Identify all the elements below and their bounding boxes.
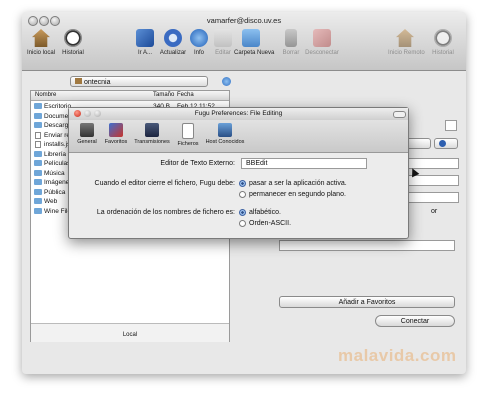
editor-close-label: Cuando el editor cierre el fichero, Fugu… xyxy=(94,180,235,187)
tab-label: Ficheros xyxy=(177,141,199,147)
file-icon xyxy=(182,123,194,139)
globe-icon xyxy=(439,140,446,147)
tab-general[interactable]: General xyxy=(73,123,101,145)
remote-field-stub[interactable] xyxy=(445,120,457,131)
dialog-title: Fugu Preferences: File Editing xyxy=(194,110,283,117)
folder-icon xyxy=(34,198,42,204)
monitor-icon xyxy=(218,123,232,137)
editor-label: Editor de Texto Externo: xyxy=(160,160,235,167)
folder-icon xyxy=(34,103,42,109)
toolbar-label: Carpeta Nueva xyxy=(234,50,275,56)
connect-button[interactable]: Conectar xyxy=(375,315,455,327)
toolbar-label: Inicio local xyxy=(26,50,55,56)
folder-icon xyxy=(34,207,42,214)
title-bar: vamarfer@disco.uv.es Inicio local Histor… xyxy=(22,12,466,71)
folder-icon xyxy=(34,160,42,166)
clock-icon xyxy=(434,29,452,47)
general-icon xyxy=(80,123,94,137)
editor-field[interactable]: BBEdit xyxy=(241,158,367,169)
row-name: installs.js xyxy=(44,141,71,148)
row-name: Pública xyxy=(44,188,66,196)
radio-ascii-label: Orden-ASCII. xyxy=(249,220,292,227)
file-icon xyxy=(35,131,41,139)
go-to-icon xyxy=(136,29,154,47)
remote-directory-field[interactable] xyxy=(279,240,455,251)
toolbar-home-remote-button[interactable]: Inicio Remoto xyxy=(388,29,425,56)
tab-files[interactable]: Ficheros xyxy=(173,123,203,147)
folder-icon xyxy=(34,112,42,119)
radio-alphabetic-label: alfabético. xyxy=(249,209,281,216)
toolbar-label: Desconectar xyxy=(305,50,339,56)
local-footer: Local xyxy=(31,323,229,342)
folder-icon xyxy=(34,150,42,157)
dialog-toolbar-toggle[interactable] xyxy=(393,111,406,118)
column-name[interactable]: Nombre xyxy=(35,92,56,98)
toolbar-label: Borrar xyxy=(282,50,300,56)
toolbar-disconnect-button[interactable]: Desconectar xyxy=(305,29,339,56)
edit-icon xyxy=(214,29,232,47)
dialog-toolbar: General Favoritos Transmisiones Ficheros… xyxy=(69,120,408,153)
folder-icon xyxy=(34,179,42,185)
toolbar-new-folder-button[interactable]: Carpeta Nueva xyxy=(234,29,275,56)
row-name: Música xyxy=(44,169,65,177)
folder-icon xyxy=(34,188,42,195)
sort-order-label: La ordenación de los nombres de fichero … xyxy=(96,209,235,216)
remote-globe-popup[interactable] xyxy=(434,138,458,149)
toolbar-home-local-button[interactable]: Inicio local xyxy=(24,29,58,56)
tab-transmissions[interactable]: Transmisiones xyxy=(131,123,173,145)
radio-stay-background[interactable] xyxy=(239,191,246,198)
folder-icon xyxy=(34,122,42,128)
row-name: Librería xyxy=(44,150,67,158)
column-size[interactable]: Tamaño xyxy=(153,92,174,98)
toolbar-label: Historial xyxy=(432,50,454,56)
local-footer-label: Local xyxy=(122,332,138,338)
transfers-icon xyxy=(145,123,159,137)
radio-become-active[interactable] xyxy=(239,180,246,187)
new-folder-icon xyxy=(242,29,260,47)
row-name: Películas xyxy=(44,160,71,167)
preferences-dialog: Fugu Preferences: File Editing General F… xyxy=(68,107,409,239)
tab-favorites[interactable]: Favoritos xyxy=(101,123,131,145)
radio-become-active-label: pasar a ser la aplicación activa. xyxy=(249,180,347,187)
radio-ascii[interactable] xyxy=(239,220,246,227)
local-column-header: Nombre Tamaño Fecha xyxy=(31,91,229,101)
tab-label: Host Conocidos xyxy=(205,139,245,145)
column-date[interactable]: Fecha xyxy=(177,92,194,98)
watermark: malavida.com xyxy=(338,346,457,365)
local-path-popup[interactable]: ontecnia xyxy=(70,76,208,87)
radio-stay-background-label: permanecer en segundo plano. xyxy=(249,191,346,198)
radio-alphabetic[interactable] xyxy=(239,209,246,216)
toolbar-delete-button[interactable]: Borrar xyxy=(274,29,308,56)
home-icon xyxy=(32,29,50,47)
trash-icon xyxy=(285,29,297,47)
remote-partial-label: or xyxy=(431,208,438,215)
home-icon xyxy=(75,78,82,84)
toolbar-label: Historial xyxy=(62,50,84,56)
clock-icon xyxy=(64,29,82,47)
refresh-icon xyxy=(164,29,182,47)
toolbar-history-button[interactable]: Historial xyxy=(56,29,90,56)
local-path-bar: ontecnia xyxy=(30,74,231,88)
add-favorites-button[interactable]: Añadir a Favoritos xyxy=(279,296,455,308)
upload-arrow-icon[interactable] xyxy=(222,77,231,86)
local-path-value: ontecnia xyxy=(84,79,111,86)
row-name: Enviar re xyxy=(44,131,71,139)
folder-icon xyxy=(34,169,42,176)
tab-label: Favoritos xyxy=(104,139,128,145)
tab-label: Transmisiones xyxy=(134,139,170,145)
tab-known-hosts[interactable]: Host Conocidos xyxy=(203,123,247,145)
disconnect-icon xyxy=(313,29,331,47)
toolbar-remote-history-button[interactable]: Historial xyxy=(426,29,460,56)
favorites-icon xyxy=(109,123,123,137)
file-icon xyxy=(35,141,41,148)
home-icon xyxy=(396,29,414,47)
row-name: Web xyxy=(44,198,58,205)
tab-label: General xyxy=(77,139,97,145)
window-title: vamarfer@disco.uv.es xyxy=(206,16,282,25)
toolbar-label: Inicio Remoto xyxy=(388,50,425,56)
